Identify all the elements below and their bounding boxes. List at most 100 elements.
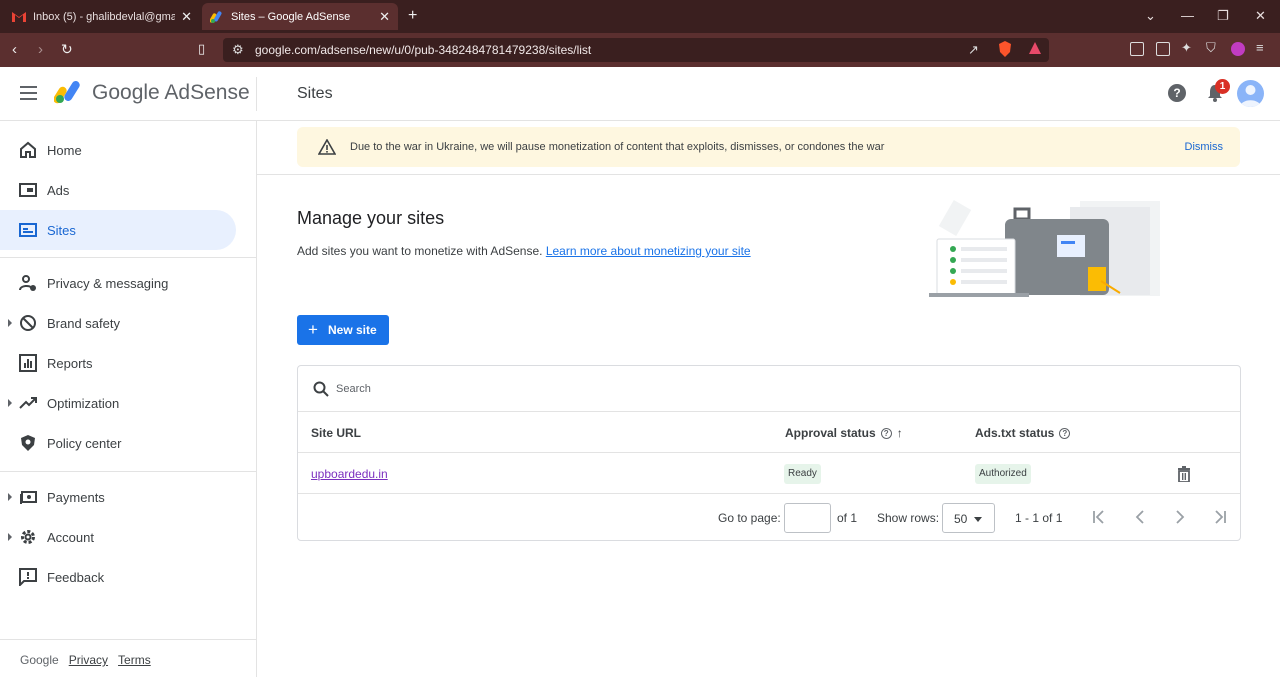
header-divider <box>256 77 257 111</box>
sidebar-item-payments[interactable]: Payments <box>0 477 236 517</box>
adsense-icon <box>210 10 224 24</box>
go-to-page-label: Go to page: <box>718 511 781 525</box>
sidebar-item-privacy-messaging[interactable]: Privacy & messaging <box>0 263 236 303</box>
help-circle-icon[interactable]: ? <box>1059 427 1071 439</box>
first-page-icon[interactable] <box>1090 508 1108 526</box>
next-page-icon[interactable] <box>1171 508 1189 526</box>
sidebar-item-reports[interactable]: Reports <box>0 343 236 383</box>
page-count: of 1 <box>837 511 858 525</box>
menu-icon[interactable]: ≡ <box>1256 40 1270 55</box>
col-ads-txt-status[interactable]: Ads.txt status ? <box>975 426 1071 440</box>
search-icon <box>313 381 329 397</box>
site-url-link[interactable]: upboardedu.in <box>311 467 388 481</box>
brave-shields-icon[interactable] <box>998 41 1012 60</box>
tab-gmail[interactable]: Inbox (5) - ghalibdevlal@gmail ✕ <box>4 3 200 30</box>
search-input[interactable] <box>336 380 936 398</box>
main-menu-icon[interactable] <box>20 86 37 100</box>
share-icon[interactable]: ↗ <box>968 42 979 58</box>
policy-shield-icon <box>21 435 35 451</box>
close-window-icon[interactable]: ✕ <box>1255 8 1266 24</box>
search-row <box>298 366 1240 412</box>
adsense-logo-icon <box>54 81 80 104</box>
restore-icon[interactable]: ❐ <box>1217 8 1229 24</box>
page-title: Sites <box>297 85 333 102</box>
help-icon[interactable]: ? <box>1168 84 1186 102</box>
expand-caret-icon[interactable] <box>8 493 12 501</box>
terms-link[interactable]: Terms <box>118 653 151 667</box>
sidebar-toggle-icon[interactable] <box>1130 42 1144 56</box>
sidebar-item-label: Feedback <box>47 569 105 585</box>
sidebar-item-sites[interactable]: Sites <box>0 210 236 250</box>
learn-more-link[interactable]: Learn more about monetizing your site <box>546 244 751 258</box>
page-subtitle: Add sites you want to monetize with AdSe… <box>297 244 751 258</box>
url-text: google.com/adsense/new/u/0/pub-348248478… <box>255 43 592 57</box>
minimize-icon[interactable]: — <box>1181 8 1194 23</box>
forward-icon[interactable]: › <box>38 41 43 58</box>
sidebar-item-label: Policy center <box>47 435 122 451</box>
sidebar-item-label: Reports <box>47 355 93 371</box>
new-site-label: New site <box>328 323 377 337</box>
table-row: upboardedu.in Ready Authorized <box>298 454 1240 494</box>
site-settings-icon[interactable]: ⚙ <box>232 42 244 58</box>
sidebar-item-label: Brand safety <box>47 315 120 331</box>
sidebar-item-home[interactable]: Home <box>0 130 236 170</box>
address-bar[interactable]: ⚙ google.com/adsense/new/u/0/pub-3482484… <box>223 38 1049 62</box>
chevron-down-icon <box>974 517 982 522</box>
page-range: 1 - 1 of 1 <box>1015 511 1063 525</box>
expand-caret-icon[interactable] <box>8 533 12 541</box>
tab-search-icon[interactable]: ⌄ <box>1145 8 1156 24</box>
banner-divider <box>257 174 1280 175</box>
tab-label: Sites – Google AdSense <box>231 10 351 23</box>
go-to-page-input[interactable] <box>784 503 831 533</box>
sidebar-item-feedback[interactable]: Feedback <box>0 557 236 597</box>
brave-rewards-icon[interactable] <box>1028 41 1042 58</box>
privacy-icon <box>19 275 36 291</box>
feedback-icon <box>19 568 37 586</box>
back-icon[interactable]: ‹ <box>12 41 17 58</box>
col-approval-status[interactable]: Approval status ? ↑ <box>785 426 903 440</box>
plus-icon: + <box>308 320 318 339</box>
previous-page-icon[interactable] <box>1131 508 1149 526</box>
expand-caret-icon[interactable] <box>8 319 12 327</box>
rows-per-page-select[interactable]: 50 <box>942 503 995 533</box>
sidebar-item-optimization[interactable]: Optimization <box>0 383 236 423</box>
close-icon[interactable]: ✕ <box>379 9 390 25</box>
sidebar-item-policy-center[interactable]: Policy center <box>0 423 236 463</box>
vpn-icon[interactable]: ⛉ <box>1206 40 1220 55</box>
sidebar-item-ads[interactable]: Ads <box>0 170 236 210</box>
privacy-link[interactable]: Privacy <box>69 653 108 667</box>
leo-ai-icon[interactable]: ✦ <box>1181 40 1195 55</box>
notification-badge: 1 <box>1215 79 1230 94</box>
new-tab-icon[interactable]: + <box>408 7 417 25</box>
home-icon <box>20 141 36 158</box>
ads-icon <box>19 183 37 197</box>
new-site-button[interactable]: + New site <box>297 315 389 345</box>
avatar[interactable] <box>1237 80 1264 107</box>
sidebar-item-label: Sites <box>47 222 76 238</box>
google-wordmark: Google <box>20 653 59 667</box>
table-header: Site URL Approval status ? ↑ Ads.txt sta… <box>298 413 1240 453</box>
tab-label: Inbox (5) - ghalibdevlal@gmail <box>33 10 176 23</box>
tab-adsense[interactable]: Sites – Google AdSense ✕ <box>202 3 398 30</box>
browser-tab-bar: Inbox (5) - ghalibdevlal@gmail ✕ Sites –… <box>0 0 1280 33</box>
delete-icon[interactable] <box>1177 466 1191 482</box>
subtitle-text: Add sites you want to monetize with AdSe… <box>297 244 543 258</box>
reload-icon[interactable]: ↻ <box>61 41 73 58</box>
sidebar-item-label: Payments <box>47 489 105 505</box>
expand-caret-icon[interactable] <box>8 399 12 407</box>
last-page-icon[interactable] <box>1211 508 1229 526</box>
app-header: Google AdSense Sites ? 1 <box>0 67 1280 121</box>
dismiss-button[interactable]: Dismiss <box>1185 141 1224 153</box>
bookmark-icon[interactable]: ▯ <box>198 41 205 57</box>
brand-name: Google AdSense <box>92 81 250 104</box>
wallet-icon[interactable] <box>1156 42 1170 56</box>
sidebar-item-brand-safety[interactable]: Brand safety <box>0 303 236 343</box>
sidebar-divider <box>0 471 256 472</box>
help-circle-icon[interactable]: ? <box>880 427 892 439</box>
sidebar-item-account[interactable]: Account <box>0 517 236 557</box>
sort-ascending-icon[interactable]: ↑ <box>897 426 903 440</box>
trending-up-icon <box>19 397 37 409</box>
col-site-url[interactable]: Site URL <box>311 426 361 440</box>
profile-icon[interactable] <box>1231 42 1245 56</box>
close-icon[interactable]: ✕ <box>181 9 192 25</box>
